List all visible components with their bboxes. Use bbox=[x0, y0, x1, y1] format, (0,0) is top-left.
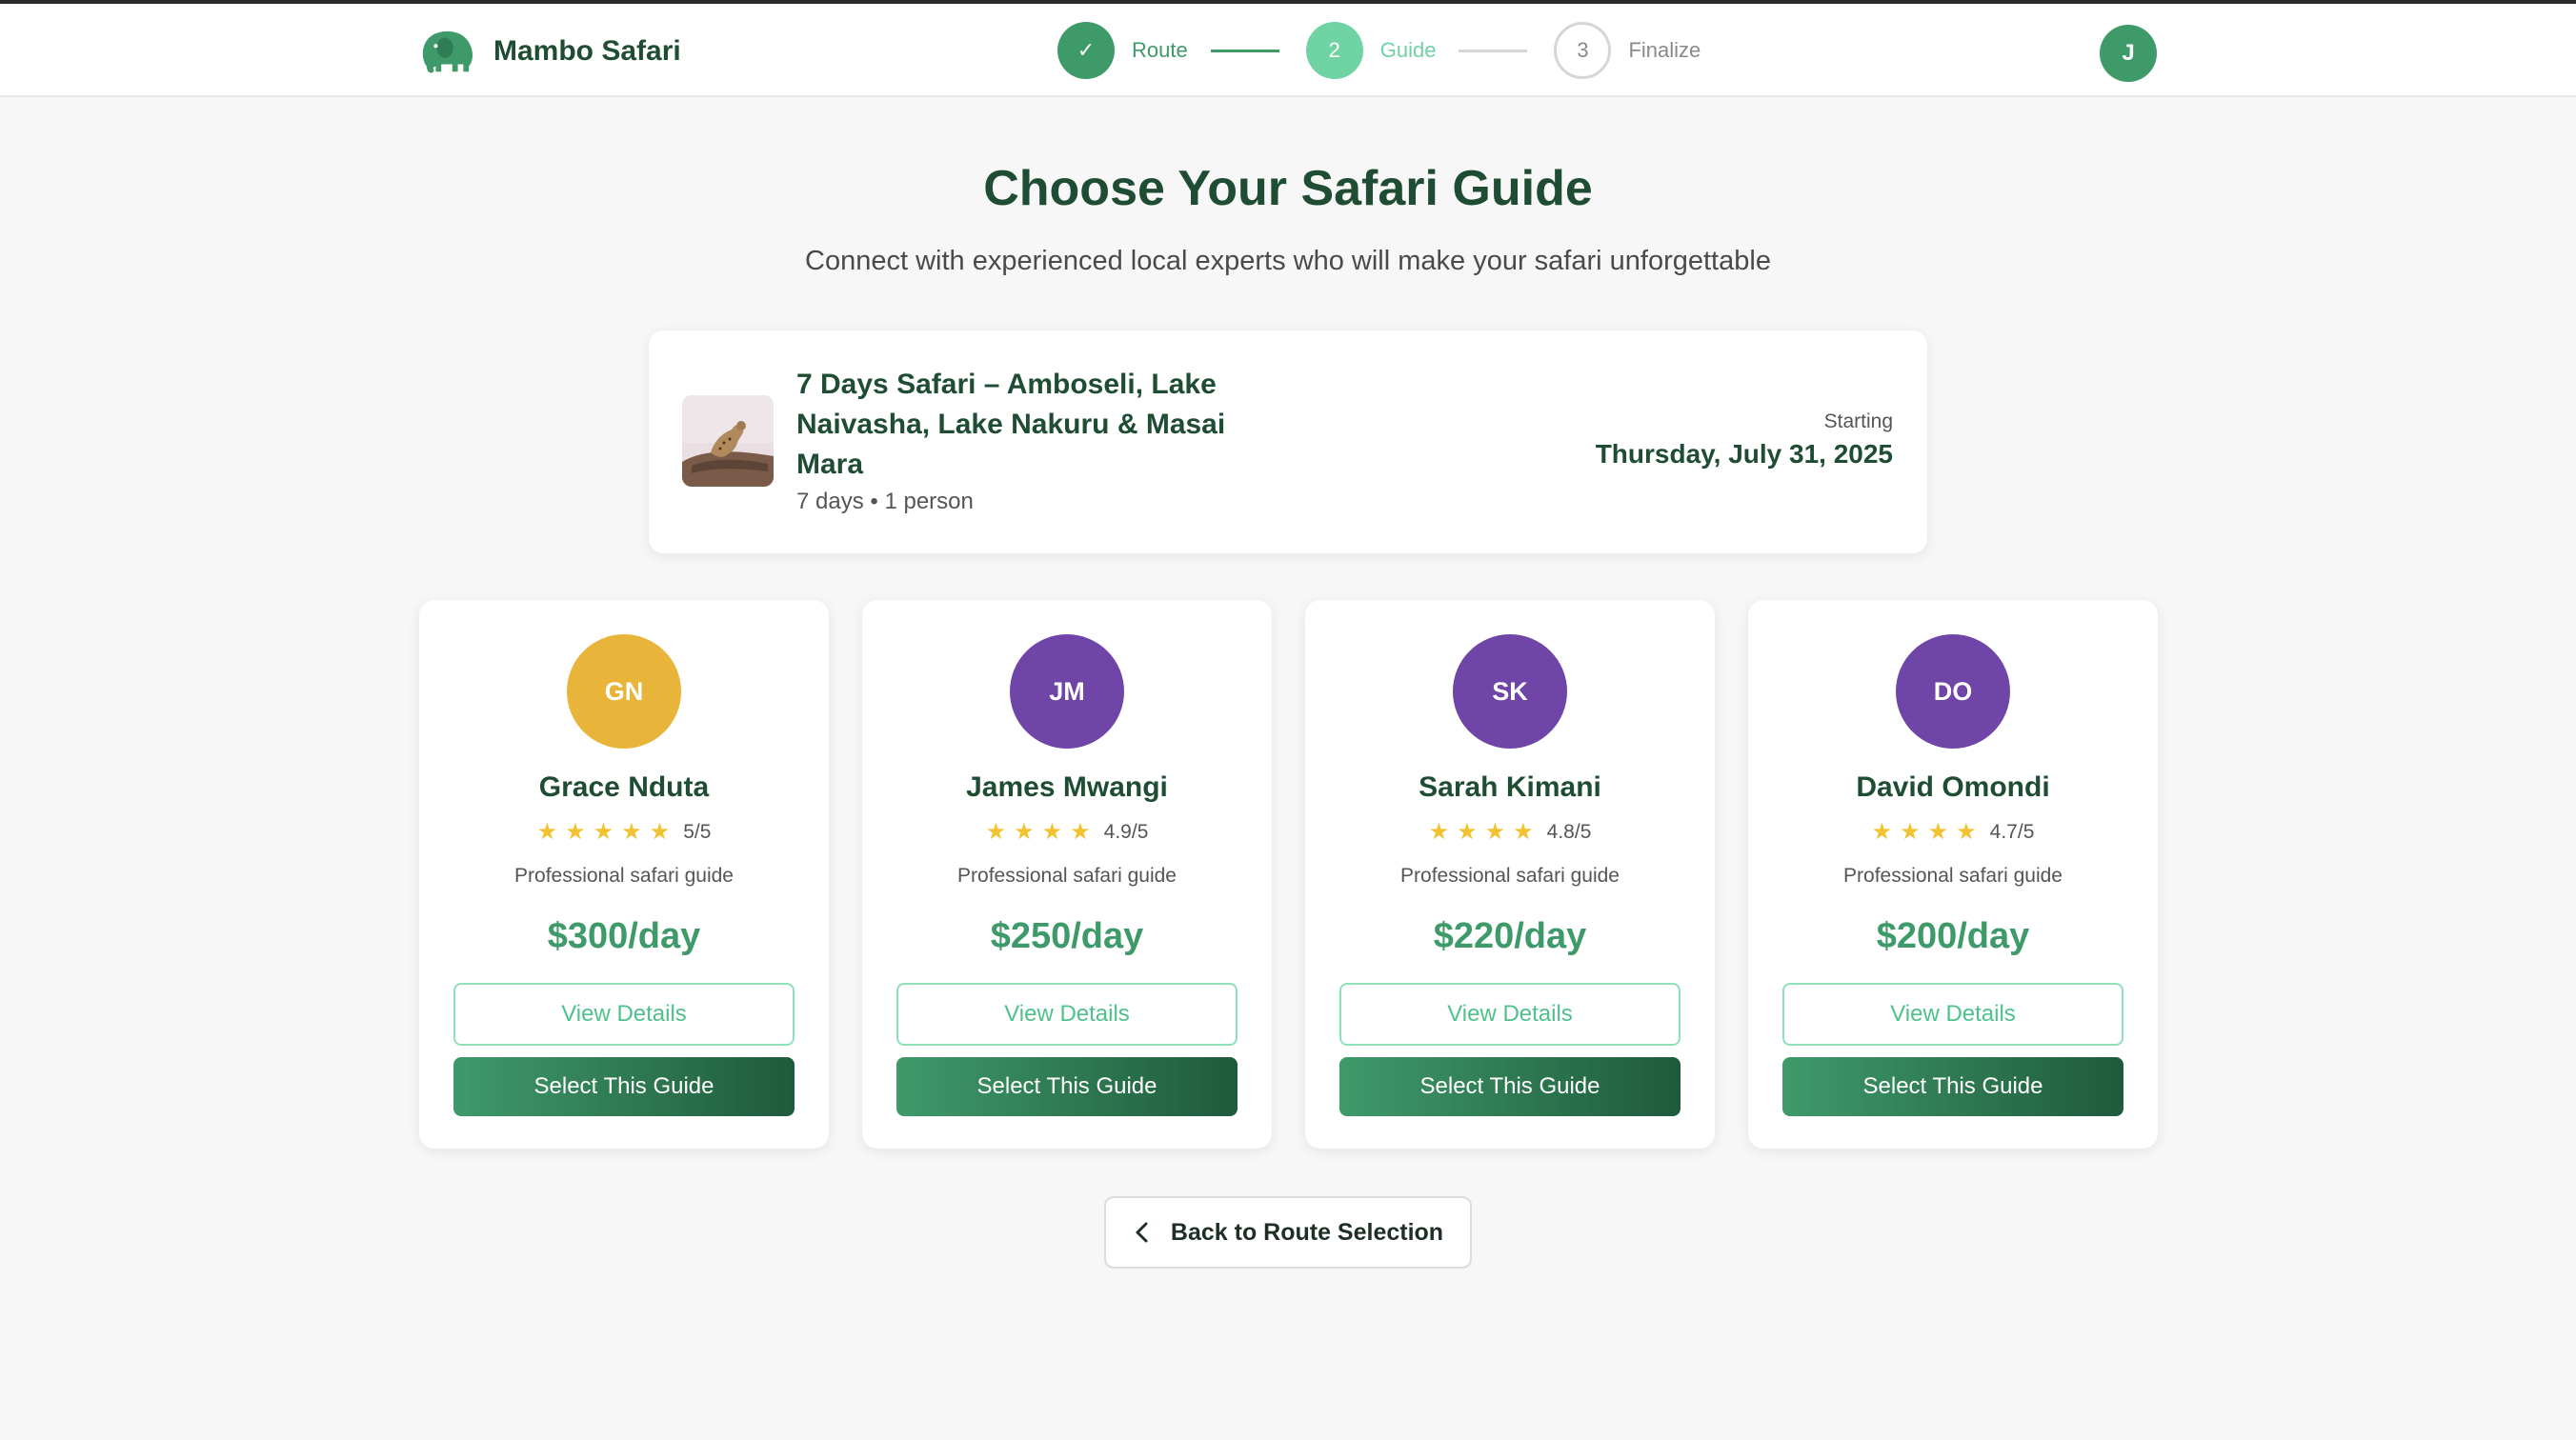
star-icon: ★ bbox=[565, 819, 586, 845]
step-guide[interactable]: 2 Guide bbox=[1305, 22, 1437, 79]
guide-avatar: JM bbox=[1010, 634, 1124, 749]
guide-rating: ★ ★ ★ ★ ★ 5/5 bbox=[419, 821, 829, 844]
check-icon: ✓ bbox=[1057, 22, 1115, 79]
page-title: Choose Your Safari Guide bbox=[983, 161, 1593, 216]
star-rating: ★ ★ ★ ★ ★ bbox=[537, 821, 671, 844]
star-icon: ★ bbox=[1871, 819, 1893, 845]
guide-card: DO David Omondi ★ ★ ★ ★ 4.7/5 Profession… bbox=[1748, 600, 2158, 1149]
select-guide-button[interactable]: Select This Guide bbox=[896, 1057, 1238, 1116]
brand-logo-link[interactable]: Mambo Safari bbox=[417, 25, 681, 78]
star-icon: ★ bbox=[1428, 819, 1450, 845]
brand-name: Mambo Safari bbox=[493, 35, 681, 67]
step-guide-number: 2 bbox=[1305, 22, 1363, 79]
guide-price: $220/day bbox=[1433, 916, 1587, 956]
elephant-icon bbox=[422, 30, 473, 73]
star-icon: ★ bbox=[1014, 819, 1035, 845]
select-guide-button[interactable]: Select This Guide bbox=[453, 1057, 795, 1116]
user-avatar[interactable]: J bbox=[2100, 25, 2157, 82]
star-icon: ★ bbox=[1041, 819, 1063, 845]
guide-description: Professional safari guide bbox=[514, 865, 734, 887]
step-finalize-number: 3 bbox=[1554, 22, 1612, 79]
star-icon: ★ bbox=[536, 819, 558, 845]
step-finalize[interactable]: 3 Finalize bbox=[1554, 22, 1701, 79]
star-icon: ★ bbox=[1513, 819, 1534, 845]
trip-start-label: Starting bbox=[1823, 410, 1893, 432]
guide-card: SK Sarah Kimani ★ ★ ★ ★ 4.8/5 Profession… bbox=[1305, 600, 1715, 1149]
guide-description: Professional safari guide bbox=[1400, 865, 1620, 887]
star-icon: ★ bbox=[593, 819, 614, 845]
star-icon: ★ bbox=[621, 819, 642, 845]
trip-title: 7 Days Safari – Amboseli, Lake Naivasha,… bbox=[796, 369, 1226, 480]
trip-thumbnail bbox=[682, 395, 774, 487]
step-route[interactable]: ✓ Route bbox=[1057, 22, 1188, 79]
chevron-left-icon bbox=[1136, 1222, 1148, 1243]
back-to-route-button[interactable]: Back to Route Selection bbox=[1104, 1196, 1472, 1269]
step-finalize-label: Finalize bbox=[1628, 38, 1701, 62]
guide-price: $250/day bbox=[990, 916, 1144, 956]
star-rating: ★ ★ ★ ★ bbox=[986, 821, 1091, 844]
rating-value: 4.8/5 bbox=[1546, 821, 1592, 843]
top-header: Mambo Safari ✓ Route 2 Guide 3 Finalize … bbox=[0, 4, 2576, 97]
star-icon: ★ bbox=[1070, 819, 1091, 845]
trip-summary-card: 7 Days Safari – Amboseli, Lake Naivasha,… bbox=[649, 330, 1927, 553]
view-details-button[interactable]: View Details bbox=[1339, 983, 1680, 1046]
view-details-button[interactable]: View Details bbox=[896, 983, 1238, 1046]
star-icon: ★ bbox=[1927, 819, 1949, 845]
select-guide-button[interactable]: Select This Guide bbox=[1782, 1057, 2123, 1116]
view-details-button[interactable]: View Details bbox=[1782, 983, 2123, 1046]
guide-name: David Omondi bbox=[1856, 771, 2050, 803]
step-guide-label: Guide bbox=[1379, 38, 1437, 62]
back-button-label: Back to Route Selection bbox=[1170, 1218, 1444, 1246]
guide-card: GN Grace Nduta ★ ★ ★ ★ ★ 5/5 Professiona… bbox=[419, 600, 829, 1149]
guide-description: Professional safari guide bbox=[1843, 865, 2063, 887]
guide-name: James Mwangi bbox=[966, 771, 1168, 803]
star-rating: ★ ★ ★ ★ bbox=[1872, 821, 1977, 844]
star-icon: ★ bbox=[985, 819, 1007, 845]
star-icon: ★ bbox=[649, 819, 671, 845]
select-guide-button[interactable]: Select This Guide bbox=[1339, 1057, 1680, 1116]
guide-name: Grace Nduta bbox=[538, 771, 710, 803]
step-connector bbox=[1459, 49, 1528, 52]
guide-rating: ★ ★ ★ ★ 4.8/5 bbox=[1305, 821, 1715, 844]
page-subtitle: Connect with experienced local experts w… bbox=[805, 246, 1771, 276]
trip-start-date: Thursday, July 31, 2025 bbox=[1595, 439, 1893, 469]
guide-price: $200/day bbox=[1876, 916, 2030, 956]
guide-price: $300/day bbox=[547, 916, 701, 956]
guide-avatar: SK bbox=[1453, 634, 1567, 749]
step-route-label: Route bbox=[1132, 38, 1188, 62]
guide-rating: ★ ★ ★ ★ 4.9/5 bbox=[862, 821, 1272, 844]
guide-name: Sarah Kimani bbox=[1419, 771, 1601, 803]
trip-meta: 7 days • 1 person bbox=[796, 489, 974, 514]
star-icon: ★ bbox=[1900, 819, 1921, 845]
rating-value: 4.9/5 bbox=[1103, 821, 1149, 843]
star-icon: ★ bbox=[1956, 819, 1977, 845]
guide-avatar: DO bbox=[1896, 634, 2010, 749]
guide-rating: ★ ★ ★ ★ 4.7/5 bbox=[1748, 821, 2158, 844]
guide-avatar: GN bbox=[567, 634, 681, 749]
star-icon: ★ bbox=[1484, 819, 1506, 845]
star-rating: ★ ★ ★ ★ bbox=[1429, 821, 1534, 844]
view-details-button[interactable]: View Details bbox=[453, 983, 795, 1046]
star-icon: ★ bbox=[1457, 819, 1478, 845]
guide-description: Professional safari guide bbox=[957, 865, 1177, 887]
rating-value: 5/5 bbox=[683, 821, 712, 843]
rating-value: 4.7/5 bbox=[1989, 821, 2035, 843]
step-connector bbox=[1210, 49, 1279, 52]
guide-card: JM James Mwangi ★ ★ ★ ★ 4.9/5 Profession… bbox=[862, 600, 1272, 1149]
progress-stepper: ✓ Route 2 Guide 3 Finalize bbox=[1057, 21, 1701, 80]
